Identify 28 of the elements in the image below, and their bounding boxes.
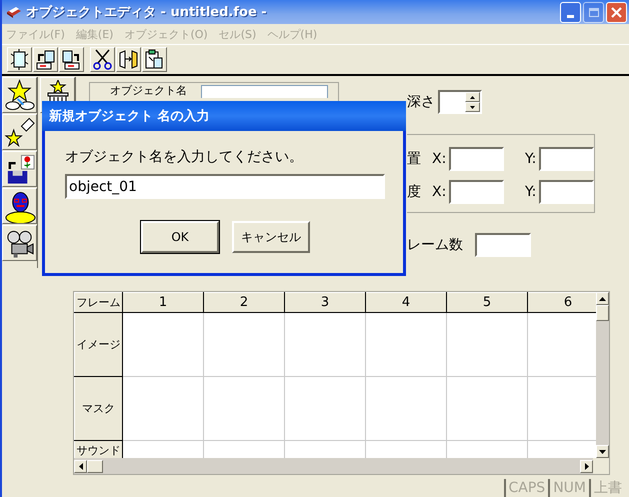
status-indicator: CAPS [504,479,548,497]
field-label: X: [432,184,446,200]
field-label: レーム数 [407,236,463,254]
field-label: Y: [524,184,536,200]
row-header: サウンド [74,440,122,458]
row-header: イメージ [74,312,122,377]
field-label: 深さ [407,93,435,111]
column-header: 1 [122,292,204,313]
cancel-button[interactable]: キャンセル [232,221,310,253]
status-indicator: 上書 [589,479,625,497]
column-header: 5 [446,292,528,313]
window-title: オブジェクトエディタ - untitled.foe - [26,4,267,21]
field-label: X: [432,151,446,167]
field-label: 置 [407,150,421,168]
column-header: フレーム [74,292,122,313]
status-indicator: NUM [548,479,589,497]
column-header: 3 [284,292,366,313]
ok-button[interactable]: OK [141,221,219,253]
dialog-title: 新規オブジェクト 名の入力 [42,101,406,131]
field-label: 度 [407,183,421,201]
row-header: マスク [74,376,122,441]
prompt-text: オブジェクト名を入力してください。 [65,148,304,166]
column-header: 4 [366,292,446,313]
input-field[interactable]: object_01 [65,174,385,199]
field-label: オブジェクト名 [110,85,187,97]
column-header: 6 [528,292,596,313]
field-label: Y: [524,151,536,167]
column-header: 2 [204,292,284,313]
